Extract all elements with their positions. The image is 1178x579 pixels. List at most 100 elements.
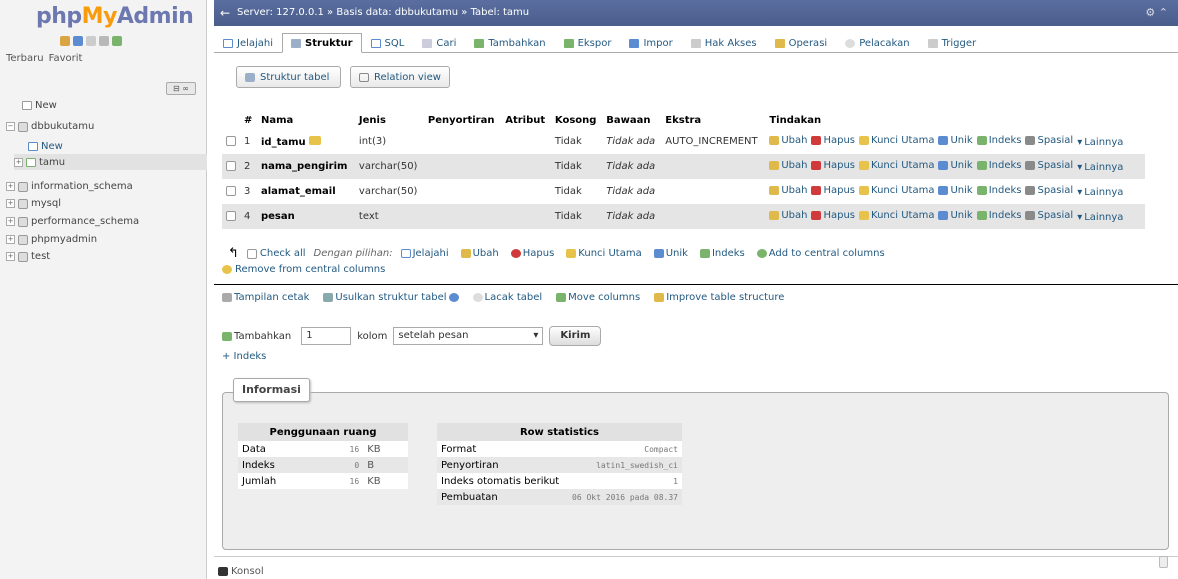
table-row[interactable]: 2 nama_pengirim varchar(50) Tidak Tidak ada U… bbox=[222, 154, 1145, 179]
bulk-add-central-button[interactable]: Add to central columns bbox=[756, 248, 885, 259]
check-all-checkbox[interactable] bbox=[246, 248, 257, 259]
reload-icon[interactable] bbox=[112, 36, 122, 46]
bulk-primary-button[interactable]: Kunci Utama bbox=[566, 248, 642, 259]
logout-icon[interactable] bbox=[73, 36, 83, 46]
row-checkbox[interactable] bbox=[226, 161, 236, 171]
primary-key-button[interactable]: Kunci Utama bbox=[859, 185, 934, 196]
spatial-button[interactable]: Spasial bbox=[1025, 135, 1073, 146]
tab-import[interactable]: Impor bbox=[620, 33, 681, 53]
sidebar-item-mysql[interactable]: + mysql bbox=[6, 198, 61, 209]
table-row[interactable]: 4 pesan text Tidak Tidak ada Ubah Hapus Kunci U… bbox=[222, 204, 1145, 229]
move-columns-link[interactable]: Move columns bbox=[556, 292, 640, 303]
more-button[interactable]: ▾ Lainnya bbox=[1077, 187, 1123, 198]
collapse-link-button[interactable]: ⊟ ∞ bbox=[166, 82, 196, 95]
more-button[interactable]: ▾ Lainnya bbox=[1077, 137, 1123, 148]
expand-icon[interactable]: + bbox=[6, 217, 15, 226]
sidebar-item-performance-schema[interactable]: + performance_schema bbox=[6, 216, 139, 227]
tab-favorite[interactable]: Favorit bbox=[49, 53, 83, 64]
index-button[interactable]: Indeks bbox=[976, 135, 1021, 146]
home-icon[interactable] bbox=[60, 36, 70, 46]
expand-icon[interactable]: + bbox=[6, 252, 15, 261]
sidebar-item-phpmyadmin[interactable]: + phpmyadmin bbox=[6, 234, 97, 245]
tab-browse[interactable]: Jelajahi bbox=[214, 33, 282, 53]
unique-button[interactable]: Unik bbox=[938, 210, 973, 221]
sidebar-item-dbbukutamu[interactable]: − dbbukutamu bbox=[6, 121, 94, 132]
drop-button[interactable]: Hapus bbox=[811, 160, 855, 171]
index-button[interactable]: Indeks bbox=[976, 185, 1021, 196]
primary-key-button[interactable]: Kunci Utama bbox=[859, 135, 934, 146]
field-name[interactable]: nama_pengirim bbox=[256, 154, 355, 179]
unique-button[interactable]: Unik bbox=[938, 185, 973, 196]
phpmyadmin-logo[interactable]: phpMyAdmin bbox=[36, 4, 194, 29]
bulk-edit-button[interactable]: Ubah bbox=[460, 248, 499, 259]
expand-icon[interactable]: + bbox=[6, 235, 15, 244]
expand-icon[interactable]: + bbox=[6, 182, 15, 191]
drop-button[interactable]: Hapus bbox=[811, 185, 855, 196]
index-button[interactable]: Indeks bbox=[976, 160, 1021, 171]
sidebar-item-test[interactable]: + test bbox=[6, 251, 50, 262]
spatial-button[interactable]: Spasial bbox=[1025, 185, 1073, 196]
tab-privileges[interactable]: Hak Akses bbox=[682, 33, 766, 53]
drop-button[interactable]: Hapus bbox=[811, 210, 855, 221]
bulk-browse-button[interactable]: Jelajahi bbox=[400, 248, 449, 259]
primary-key-button[interactable]: Kunci Utama bbox=[859, 160, 934, 171]
sidebar-item-new-table[interactable]: New bbox=[28, 141, 63, 152]
row-checkbox[interactable] bbox=[226, 186, 236, 196]
help-icon[interactable] bbox=[448, 293, 459, 302]
expand-icon[interactable]: + bbox=[14, 157, 23, 167]
tab-tracking[interactable]: Pelacakan bbox=[836, 33, 918, 53]
topbar-settings-icons[interactable]: ⚙ ⌃ bbox=[1145, 6, 1168, 19]
remove-central-columns-button[interactable]: Remove from central columns bbox=[222, 264, 385, 275]
back-arrow-icon[interactable]: ← bbox=[220, 6, 230, 20]
table-row[interactable]: 1 id_tamu int(3) Tidak Tidak ada AUTO_INCREM… bbox=[222, 129, 1145, 154]
field-name[interactable]: id_tamu bbox=[256, 129, 355, 154]
field-name[interactable]: pesan bbox=[256, 204, 355, 229]
track-table-link[interactable]: Lacak tabel bbox=[472, 292, 542, 303]
primary-key-button[interactable]: Kunci Utama bbox=[859, 210, 934, 221]
subtab-relation-view[interactable]: Relation view bbox=[350, 66, 450, 88]
edit-button[interactable]: Ubah bbox=[769, 185, 807, 196]
tab-recent[interactable]: Terbaru bbox=[6, 53, 44, 64]
tab-insert[interactable]: Tambahkan bbox=[465, 33, 554, 53]
tab-search[interactable]: Cari bbox=[413, 33, 465, 53]
tab-export[interactable]: Ekspor bbox=[555, 33, 621, 53]
sidebar-item-new-db[interactable]: New bbox=[22, 100, 57, 111]
edit-button[interactable]: Ubah bbox=[769, 160, 807, 171]
edit-button[interactable]: Ubah bbox=[769, 135, 807, 146]
spatial-button[interactable]: Spasial bbox=[1025, 160, 1073, 171]
sidebar-item-tamu[interactable]: + tamu bbox=[14, 154, 207, 170]
index-button[interactable]: Indeks bbox=[976, 210, 1021, 221]
docs-icon[interactable] bbox=[86, 36, 96, 46]
go-button[interactable]: Kirim bbox=[549, 326, 602, 346]
bulk-drop-button[interactable]: Hapus bbox=[510, 248, 554, 259]
bulk-unique-button[interactable]: Unik bbox=[653, 248, 688, 259]
more-button[interactable]: ▾ Lainnya bbox=[1077, 212, 1123, 223]
check-all[interactable]: Check all bbox=[246, 248, 306, 259]
unique-button[interactable]: Unik bbox=[938, 160, 973, 171]
tab-operations[interactable]: Operasi bbox=[766, 33, 837, 53]
sidebar-item-information-schema[interactable]: + information_schema bbox=[6, 181, 133, 192]
tab-structure[interactable]: Struktur bbox=[282, 33, 362, 53]
row-checkbox[interactable] bbox=[226, 211, 236, 221]
expand-icon[interactable]: + bbox=[6, 199, 15, 208]
breadcrumb[interactable]: Server: 127.0.0.1 » Basis data: dbbukuta… bbox=[237, 7, 529, 18]
bulk-index-button[interactable]: Indeks bbox=[699, 248, 745, 259]
column-count-input[interactable]: 1 bbox=[301, 327, 352, 345]
scroll-handle[interactable] bbox=[1159, 556, 1168, 568]
console-toggle[interactable]: Konsol bbox=[218, 566, 264, 577]
spatial-button[interactable]: Spasial bbox=[1025, 210, 1073, 221]
field-name[interactable]: alamat_email bbox=[256, 179, 355, 204]
settings-icon[interactable] bbox=[99, 36, 109, 46]
propose-structure-link[interactable]: Usulkan struktur tabel bbox=[323, 292, 459, 303]
tab-triggers[interactable]: Trigger bbox=[919, 33, 986, 53]
tab-sql[interactable]: SQL bbox=[362, 33, 414, 53]
table-row[interactable]: 3 alamat_email varchar(50) Tidak Tidak ada Ub… bbox=[222, 179, 1145, 204]
improve-structure-link[interactable]: Improve table structure bbox=[654, 292, 784, 303]
more-button[interactable]: ▾ Lainnya bbox=[1077, 162, 1123, 173]
row-checkbox[interactable] bbox=[226, 136, 236, 146]
drop-button[interactable]: Hapus bbox=[811, 135, 855, 146]
position-select[interactable]: setelah pesan ▾ bbox=[393, 327, 544, 345]
subtab-table-structure[interactable]: Struktur tabel bbox=[236, 66, 341, 88]
edit-button[interactable]: Ubah bbox=[769, 210, 807, 221]
add-index-link[interactable]: + Indeks bbox=[222, 351, 266, 362]
